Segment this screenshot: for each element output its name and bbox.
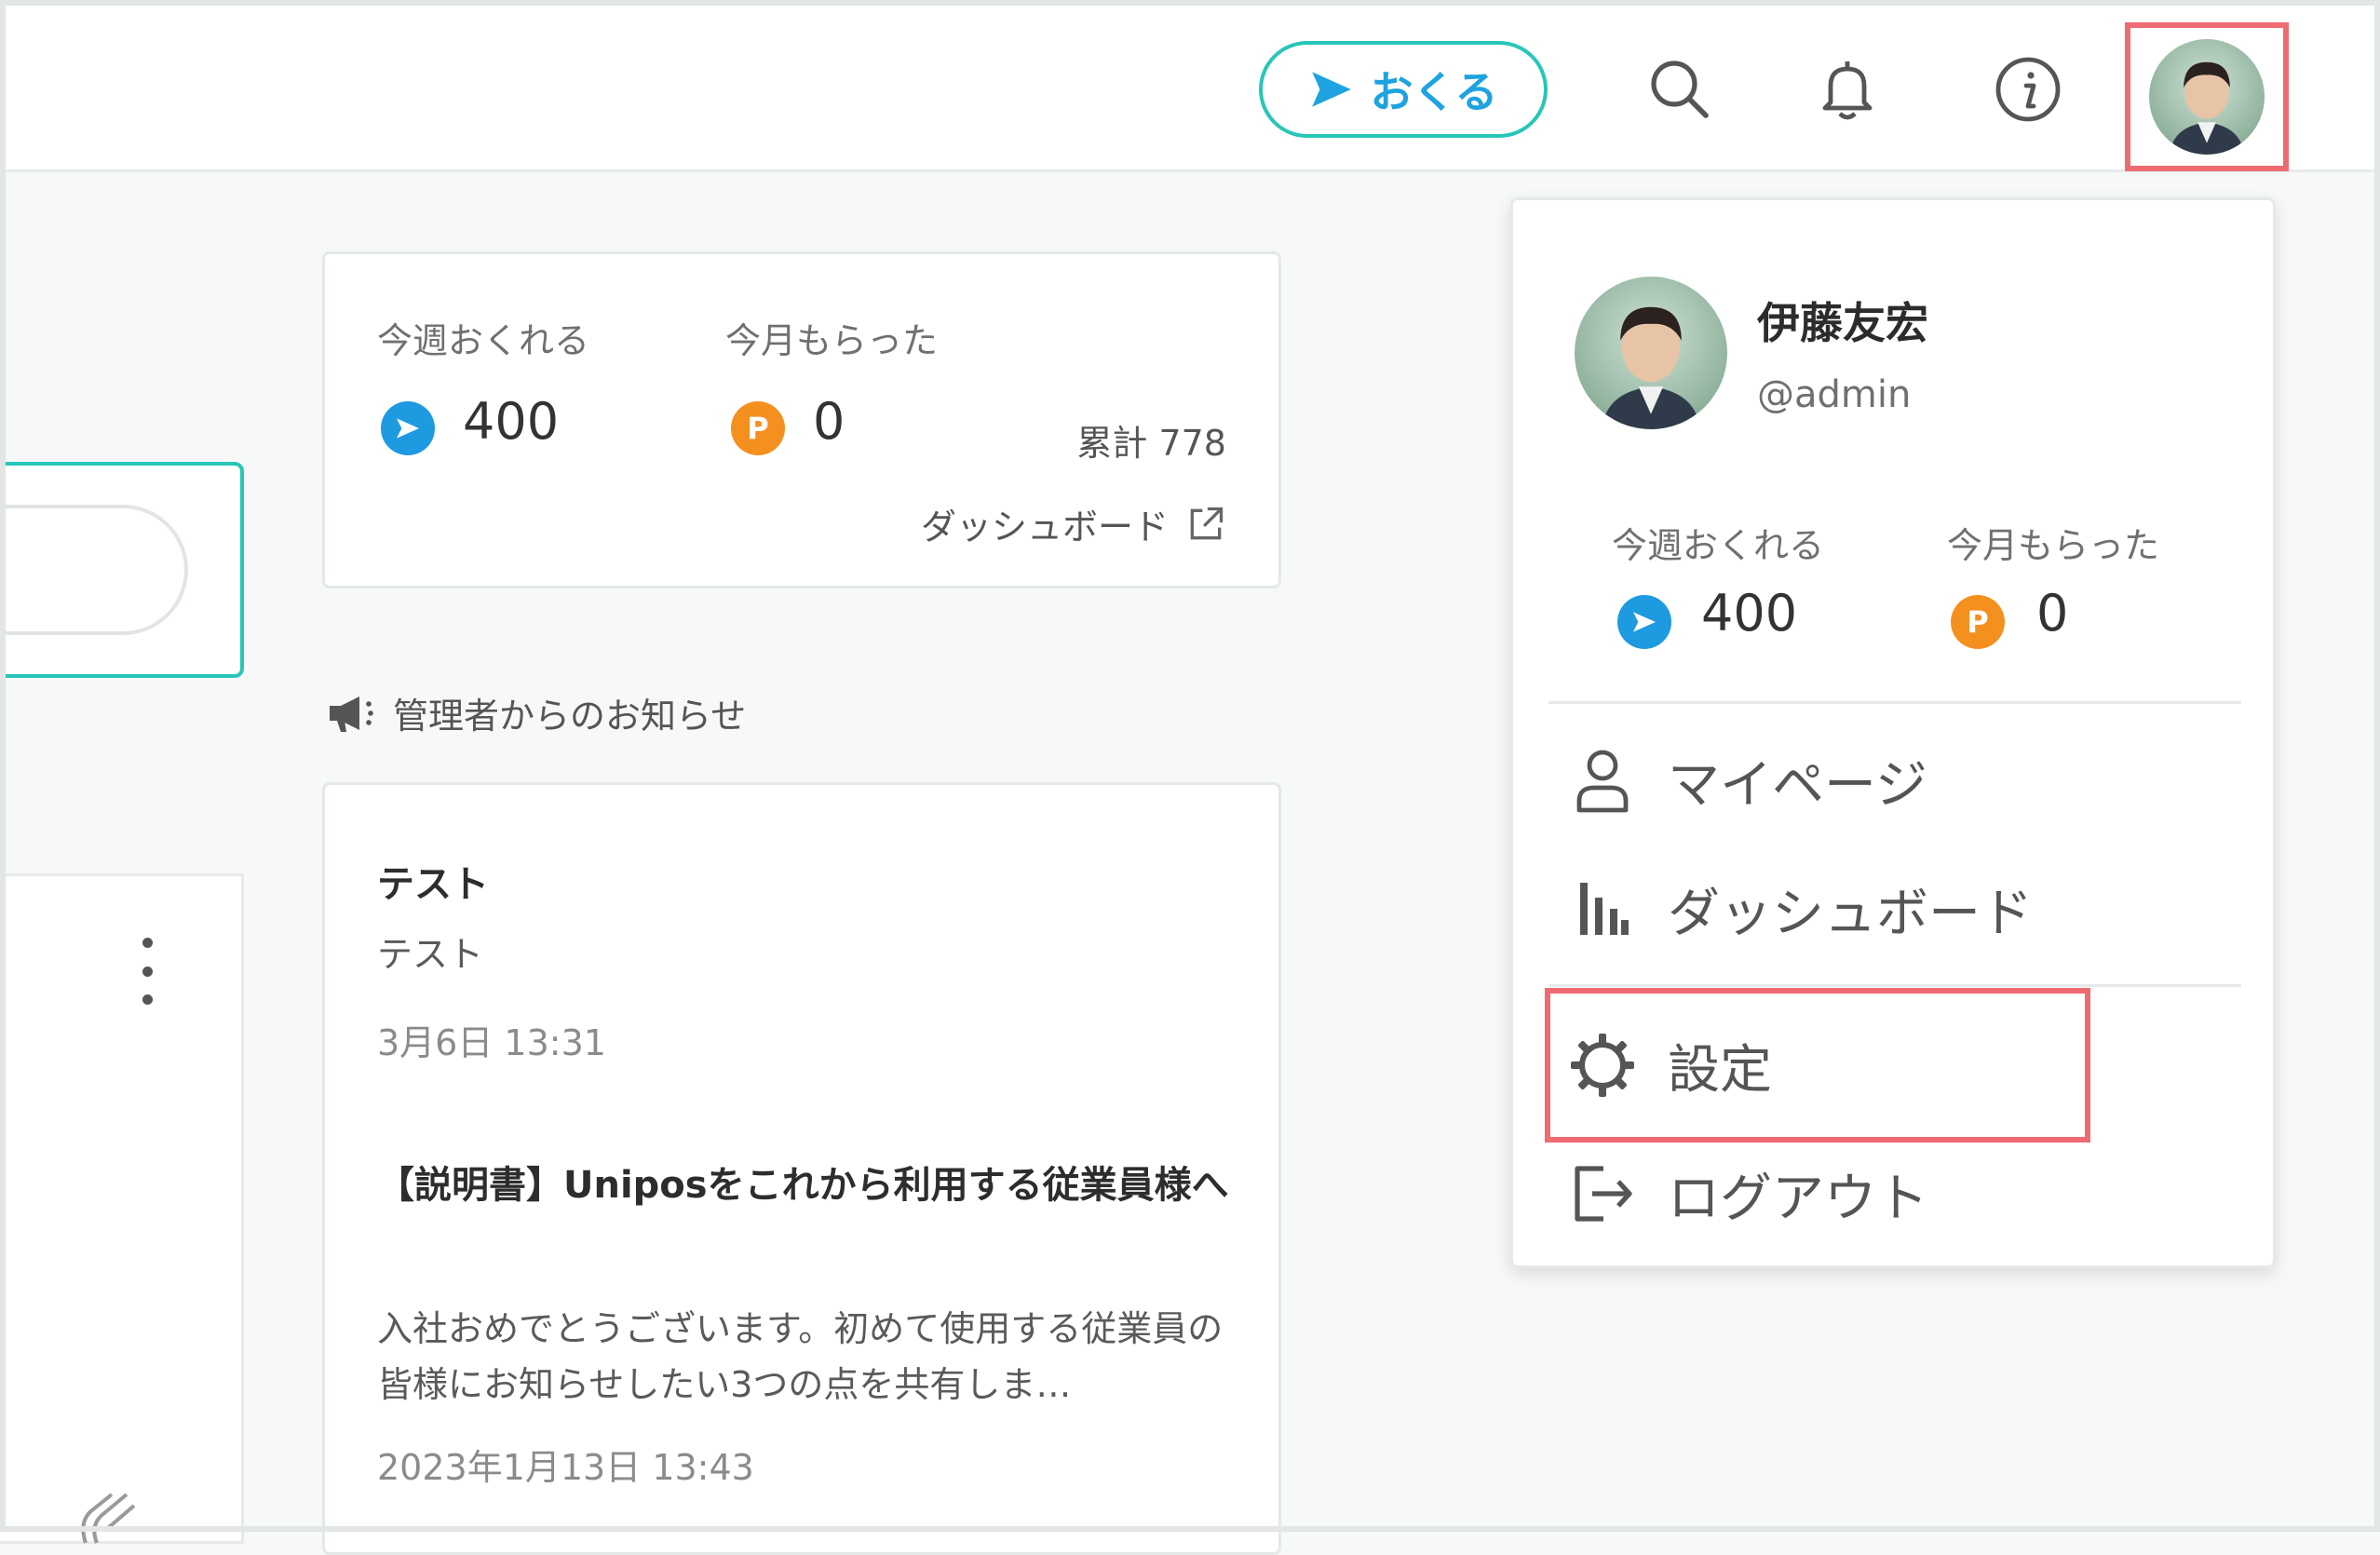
received-points-label: 今月もらった xyxy=(1947,525,2160,566)
menu-item-label: ログアウト xyxy=(1668,1168,1928,1229)
announcements-heading: 管理者からのお知らせ xyxy=(326,687,746,738)
menu-item-logout[interactable]: ログアウト xyxy=(1569,1143,1928,1245)
points-card: 今週おくれる 今月もらった 400 P 0 累計 778 ダッシュボード xyxy=(322,251,1281,588)
dashboard-link[interactable]: ダッシュボード xyxy=(921,498,1226,549)
search-icon[interactable] xyxy=(1643,52,1717,127)
menu-divider xyxy=(1548,984,2241,987)
announcement-date: 2023年1月13日 13:43 xyxy=(377,1447,754,1488)
timeline-card xyxy=(0,873,244,1544)
menu-item-label: 設定 xyxy=(1668,1039,1772,1101)
person-icon xyxy=(1569,747,1636,814)
send-button-label: おくる xyxy=(1370,67,1498,117)
received-points-value: 0 xyxy=(813,392,845,451)
menu-item-label: マイページ xyxy=(1668,754,1927,816)
external-link-icon xyxy=(1190,507,1224,539)
send-points-value: 400 xyxy=(463,392,560,451)
total-points: 累計 778 xyxy=(1076,423,1226,464)
menu-item-settings[interactable]: 設定 xyxy=(1569,1014,1772,1116)
logout-icon xyxy=(1569,1160,1636,1227)
composer-input[interactable] xyxy=(0,505,188,635)
dashboard-link-label: ダッシュボード xyxy=(920,507,1169,548)
menu-item-mypage[interactable]: マイページ xyxy=(1569,729,1927,832)
top-header: おくる xyxy=(6,6,2374,172)
announcement-body: 入社おめでとうございます。初めて使用する従業員の皆様にお知らせしたい3つの点を共… xyxy=(377,1308,1224,1405)
menu-item-dashboard[interactable]: ダッシュボード xyxy=(1569,858,2033,960)
announcement-title: テスト xyxy=(377,863,489,906)
megaphone-icon xyxy=(330,696,373,732)
send-points-label: 今週おくれる xyxy=(377,320,590,361)
send-coin-icon xyxy=(1617,595,1671,649)
announcement-title: 【説明書】Uniposをこれから利用する従業員様へ xyxy=(377,1164,1229,1207)
send-points-label: 今週おくれる xyxy=(1612,525,1825,566)
user-dropdown-menu: 伊藤友宏 @admin 今週おくれる 今月もらった 400 P 0 マイページ … xyxy=(1510,197,2276,1268)
avatar xyxy=(2149,39,2265,155)
announcement-body: テスト xyxy=(377,934,484,975)
point-coin-icon: P xyxy=(731,401,785,455)
send-coin-icon xyxy=(381,401,435,455)
point-coin-icon: P xyxy=(1951,595,2005,649)
more-options-icon[interactable] xyxy=(136,938,158,1005)
dropdown-avatar xyxy=(1575,277,1727,429)
announcements-card: テスト テスト 3月6日 13:31 【説明書】Uniposをこれから利用する従… xyxy=(322,782,1281,1555)
announcement-date: 3月6日 13:31 xyxy=(377,1022,606,1063)
gear-icon xyxy=(1569,1032,1636,1099)
post-composer-card xyxy=(0,462,244,678)
send-button[interactable]: おくる xyxy=(1259,41,1548,138)
received-points-label: 今月もらった xyxy=(725,320,939,361)
received-points-value: 0 xyxy=(2036,584,2069,642)
send-icon xyxy=(1312,72,1352,107)
info-icon[interactable] xyxy=(1991,52,2065,127)
announcements-title: 管理者からのお知らせ xyxy=(393,696,747,737)
menu-divider xyxy=(1548,701,2241,704)
user-handle: @admin xyxy=(1757,373,1912,416)
clap-icon[interactable] xyxy=(71,1472,155,1547)
menu-item-label: ダッシュボード xyxy=(1668,883,2033,944)
user-avatar-button[interactable] xyxy=(2125,22,2289,171)
bell-icon[interactable] xyxy=(1810,52,1885,127)
user-name: 伊藤友宏 xyxy=(1757,298,1928,348)
bar-chart-icon xyxy=(1569,875,1636,942)
send-points-value: 400 xyxy=(1701,584,1798,642)
